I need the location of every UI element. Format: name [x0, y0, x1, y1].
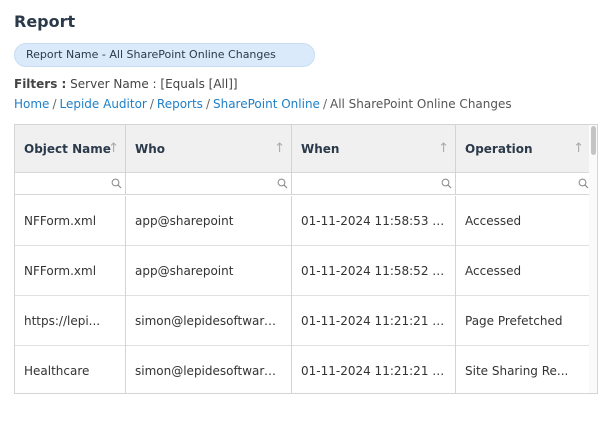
filter-cell-operation[interactable]	[456, 173, 597, 195]
breadcrumb-separator: /	[149, 97, 154, 111]
breadcrumb: Home / Lepide Auditor / Reports / SharePoint O…	[14, 97, 512, 111]
breadcrumb-separator: /	[322, 97, 327, 111]
cell-object-name: https://lepi...	[15, 296, 126, 346]
cell-who: app@sharepoint	[126, 196, 292, 246]
report-name-badge: Report Name - All SharePoint Online Chan…	[14, 43, 315, 67]
breadcrumb-separator: /	[52, 97, 57, 111]
filters-value: Server Name : [Equals [All]]	[70, 77, 238, 91]
column-header-object-name[interactable]: Object Name ↑	[15, 125, 126, 173]
grid-header: Object Name ↑ Who ↑ When ↑ Operation ↑	[15, 125, 597, 173]
cell-who: simon@lepidesoftware...	[126, 296, 292, 346]
cell-operation: Site Sharing Re...	[456, 346, 597, 393]
breadcrumb-sharepoint-online[interactable]: SharePoint Online	[213, 97, 320, 111]
column-header-label: Who	[135, 142, 166, 156]
column-header-label: Operation	[465, 142, 533, 156]
filter-cell-object-name[interactable]	[15, 173, 126, 195]
cell-when: 01-11-2024 11:58:53 PM	[292, 196, 456, 246]
cell-object-name: Healthcare	[15, 346, 126, 393]
search-icon[interactable]	[578, 178, 589, 189]
cell-who: app@sharepoint	[126, 246, 292, 296]
breadcrumb-current: All SharePoint Online Changes	[329, 97, 512, 111]
report-grid: Object Name ↑ Who ↑ When ↑ Operation ↑ N…	[14, 124, 598, 394]
search-icon[interactable]	[277, 178, 288, 189]
cell-when: 01-11-2024 11:58:52 PM	[292, 246, 456, 296]
report-name-text: Report Name - All SharePoint Online Chan…	[26, 48, 276, 61]
cell-when: 01-11-2024 11:21:21 PM	[292, 296, 456, 346]
filters-label: Filters :	[14, 77, 67, 91]
search-icon[interactable]	[111, 178, 122, 189]
breadcrumb-home[interactable]: Home	[14, 97, 49, 111]
cell-operation: Accessed	[456, 196, 597, 246]
column-header-who[interactable]: Who ↑	[126, 125, 292, 173]
filter-row	[15, 173, 597, 195]
table-row[interactable]: NFForm.xml app@sharepoint 01-11-2024 11:…	[15, 246, 597, 296]
arrow-up-icon[interactable]: ↑	[108, 125, 119, 173]
cell-object-name: NFForm.xml	[15, 246, 126, 296]
filter-cell-who[interactable]	[126, 173, 292, 195]
breadcrumb-separator: /	[205, 97, 210, 111]
search-icon[interactable]	[441, 178, 452, 189]
breadcrumb-reports[interactable]: Reports	[157, 97, 203, 111]
arrow-up-icon[interactable]: ↑	[573, 125, 584, 173]
arrow-up-icon[interactable]: ↑	[274, 125, 285, 173]
column-header-operation[interactable]: Operation ↑	[456, 125, 597, 173]
cell-operation: Page Prefetched	[456, 296, 597, 346]
cell-when: 01-11-2024 11:21:21 PM	[292, 346, 456, 393]
table-row[interactable]: NFForm.xml app@sharepoint 01-11-2024 11:…	[15, 196, 597, 246]
table-row[interactable]: Healthcare simon@lepidesoftware... 01-11…	[15, 346, 597, 393]
column-header-label: Object Name	[24, 142, 111, 156]
table-row[interactable]: https://lepi... simon@lepidesoftware... …	[15, 296, 597, 346]
column-header-label: When	[301, 142, 340, 156]
vertical-scrollbar[interactable]	[589, 125, 597, 393]
page-title: Report	[14, 12, 76, 31]
scrollbar-thumb[interactable]	[591, 126, 596, 155]
breadcrumb-lepide-auditor[interactable]: Lepide Auditor	[59, 97, 146, 111]
column-header-when[interactable]: When ↑	[292, 125, 456, 173]
cell-who: simon@lepidesoftware...	[126, 346, 292, 393]
filters-line: Filters : Server Name : [Equals [All]]	[14, 77, 238, 91]
filter-cell-when[interactable]	[292, 173, 456, 195]
arrow-up-icon[interactable]: ↑	[438, 125, 449, 173]
cell-object-name: NFForm.xml	[15, 196, 126, 246]
cell-operation: Accessed	[456, 246, 597, 296]
